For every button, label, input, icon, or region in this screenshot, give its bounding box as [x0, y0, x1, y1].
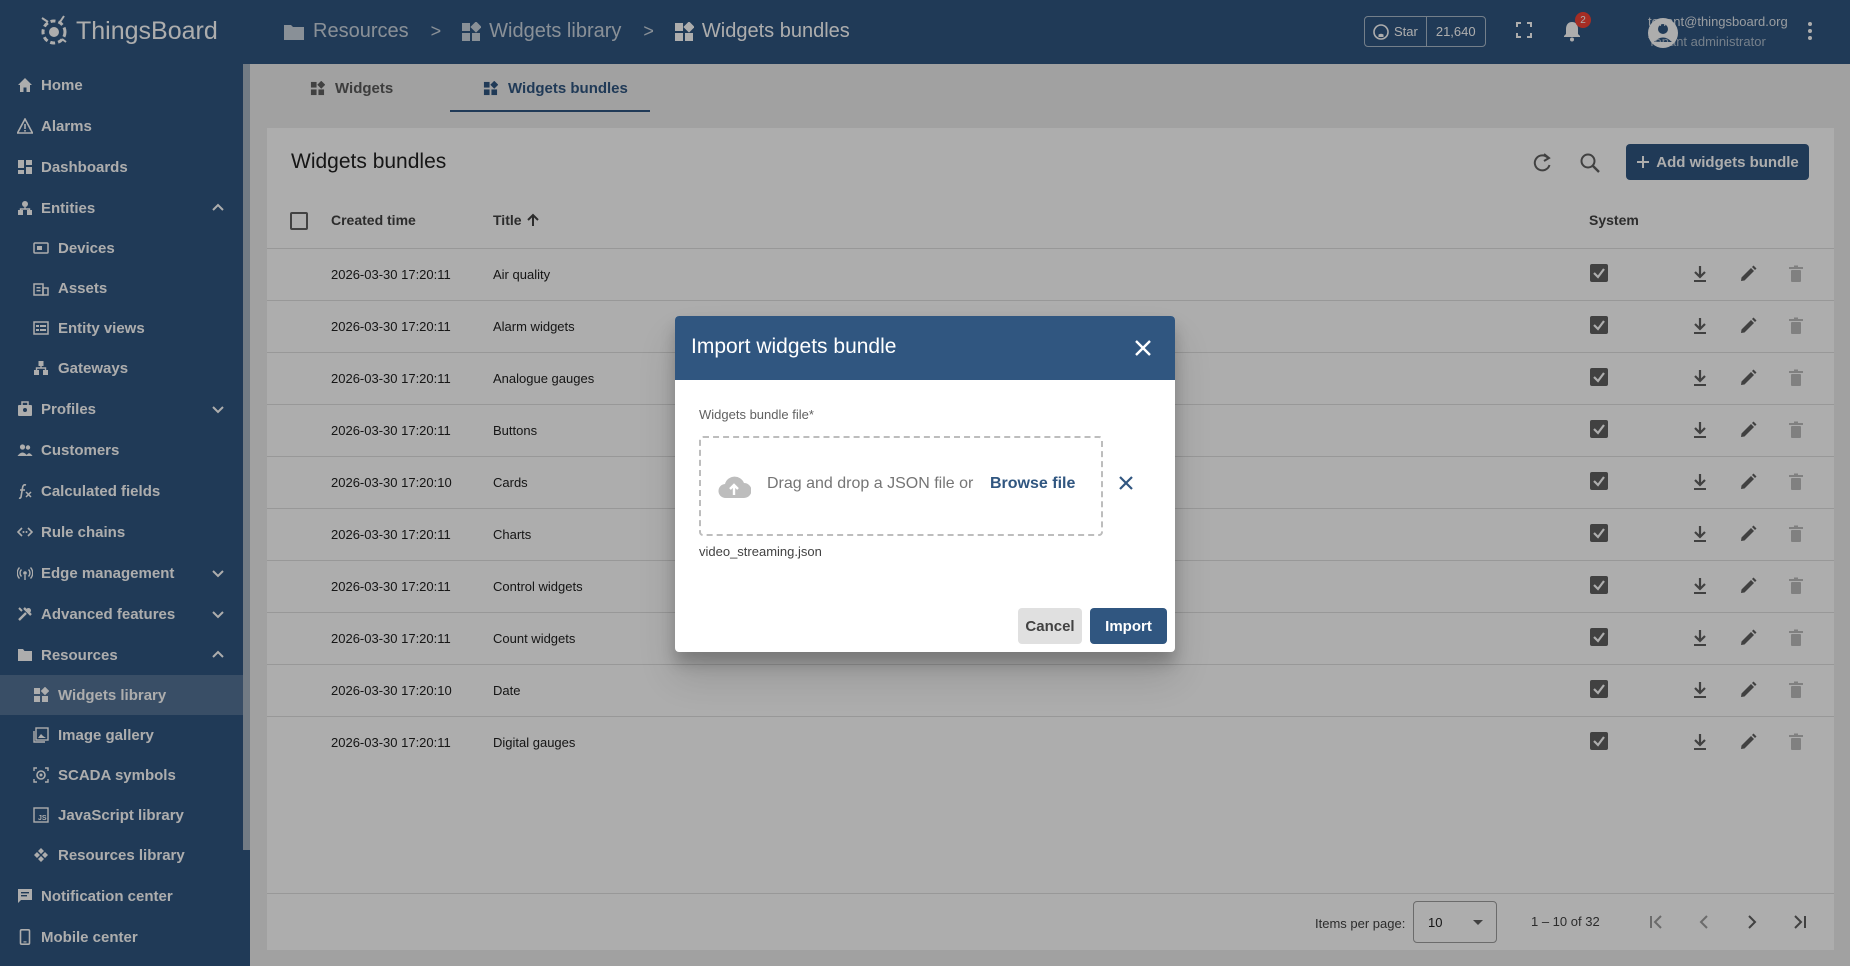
dialog-close-button[interactable]	[1131, 336, 1155, 360]
import-button[interactable]: Import	[1090, 608, 1167, 644]
cancel-button[interactable]: Cancel	[1018, 608, 1082, 644]
import-widgets-bundle-dialog: Import widgets bundle Widgets bundle fil…	[675, 316, 1175, 652]
file-dropzone[interactable]: Drag and drop a JSON file or Browse file	[699, 436, 1103, 536]
selected-file-name: video_streaming.json	[699, 544, 822, 559]
dialog-title: Import widgets bundle	[691, 335, 897, 358]
close-icon	[1119, 476, 1133, 490]
close-icon	[1135, 340, 1151, 356]
dialog-header: Import widgets bundle	[675, 316, 1175, 380]
file-field-label: Widgets bundle file*	[699, 407, 814, 422]
clear-file-button[interactable]	[1117, 474, 1135, 492]
browse-file-link[interactable]: Browse file	[990, 475, 1075, 493]
dropzone-text: Drag and drop a JSON file or	[767, 475, 974, 492]
cloud-upload-icon	[718, 476, 751, 499]
